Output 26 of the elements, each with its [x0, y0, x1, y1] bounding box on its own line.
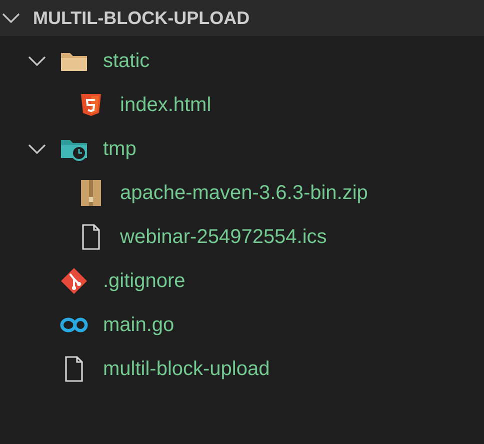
file-icon [64, 356, 84, 382]
file-row[interactable]: index.html [0, 83, 484, 127]
folder-icon [60, 50, 88, 72]
file-name: main.go [103, 313, 174, 338]
file-row[interactable]: apache-maven-3.6.3-bin.zip [0, 171, 484, 215]
file-row[interactable]: webinar-254972554.ics [0, 215, 484, 259]
zip-file-icon [80, 179, 102, 207]
file-name: webinar-254972554.ics [120, 225, 327, 250]
file-row[interactable]: .gitignore [0, 259, 484, 303]
folder-row[interactable]: tmp [0, 127, 484, 171]
file-name: .gitignore [103, 269, 186, 294]
go-gopher-rings-icon [60, 317, 88, 333]
file-name: apache-maven-3.6.3-bin.zip [120, 181, 368, 206]
file-name: static [103, 49, 150, 74]
file-icon [81, 224, 101, 250]
file-name: index.html [120, 93, 212, 118]
explorer-header[interactable]: MULTIL-BLOCK-UPLOAD [0, 0, 484, 36]
git-diamond-icon [60, 267, 88, 295]
folder-clock-icon [60, 137, 88, 161]
folder-row[interactable]: static [0, 39, 484, 83]
html-shield-icon [80, 93, 102, 117]
project-title: MULTIL-BLOCK-UPLOAD [33, 6, 250, 30]
file-name: tmp [103, 137, 136, 162]
file-row[interactable]: main.go [0, 303, 484, 347]
file-name: multil-block-upload [103, 357, 270, 382]
file-row[interactable]: multil-block-upload [0, 347, 484, 391]
